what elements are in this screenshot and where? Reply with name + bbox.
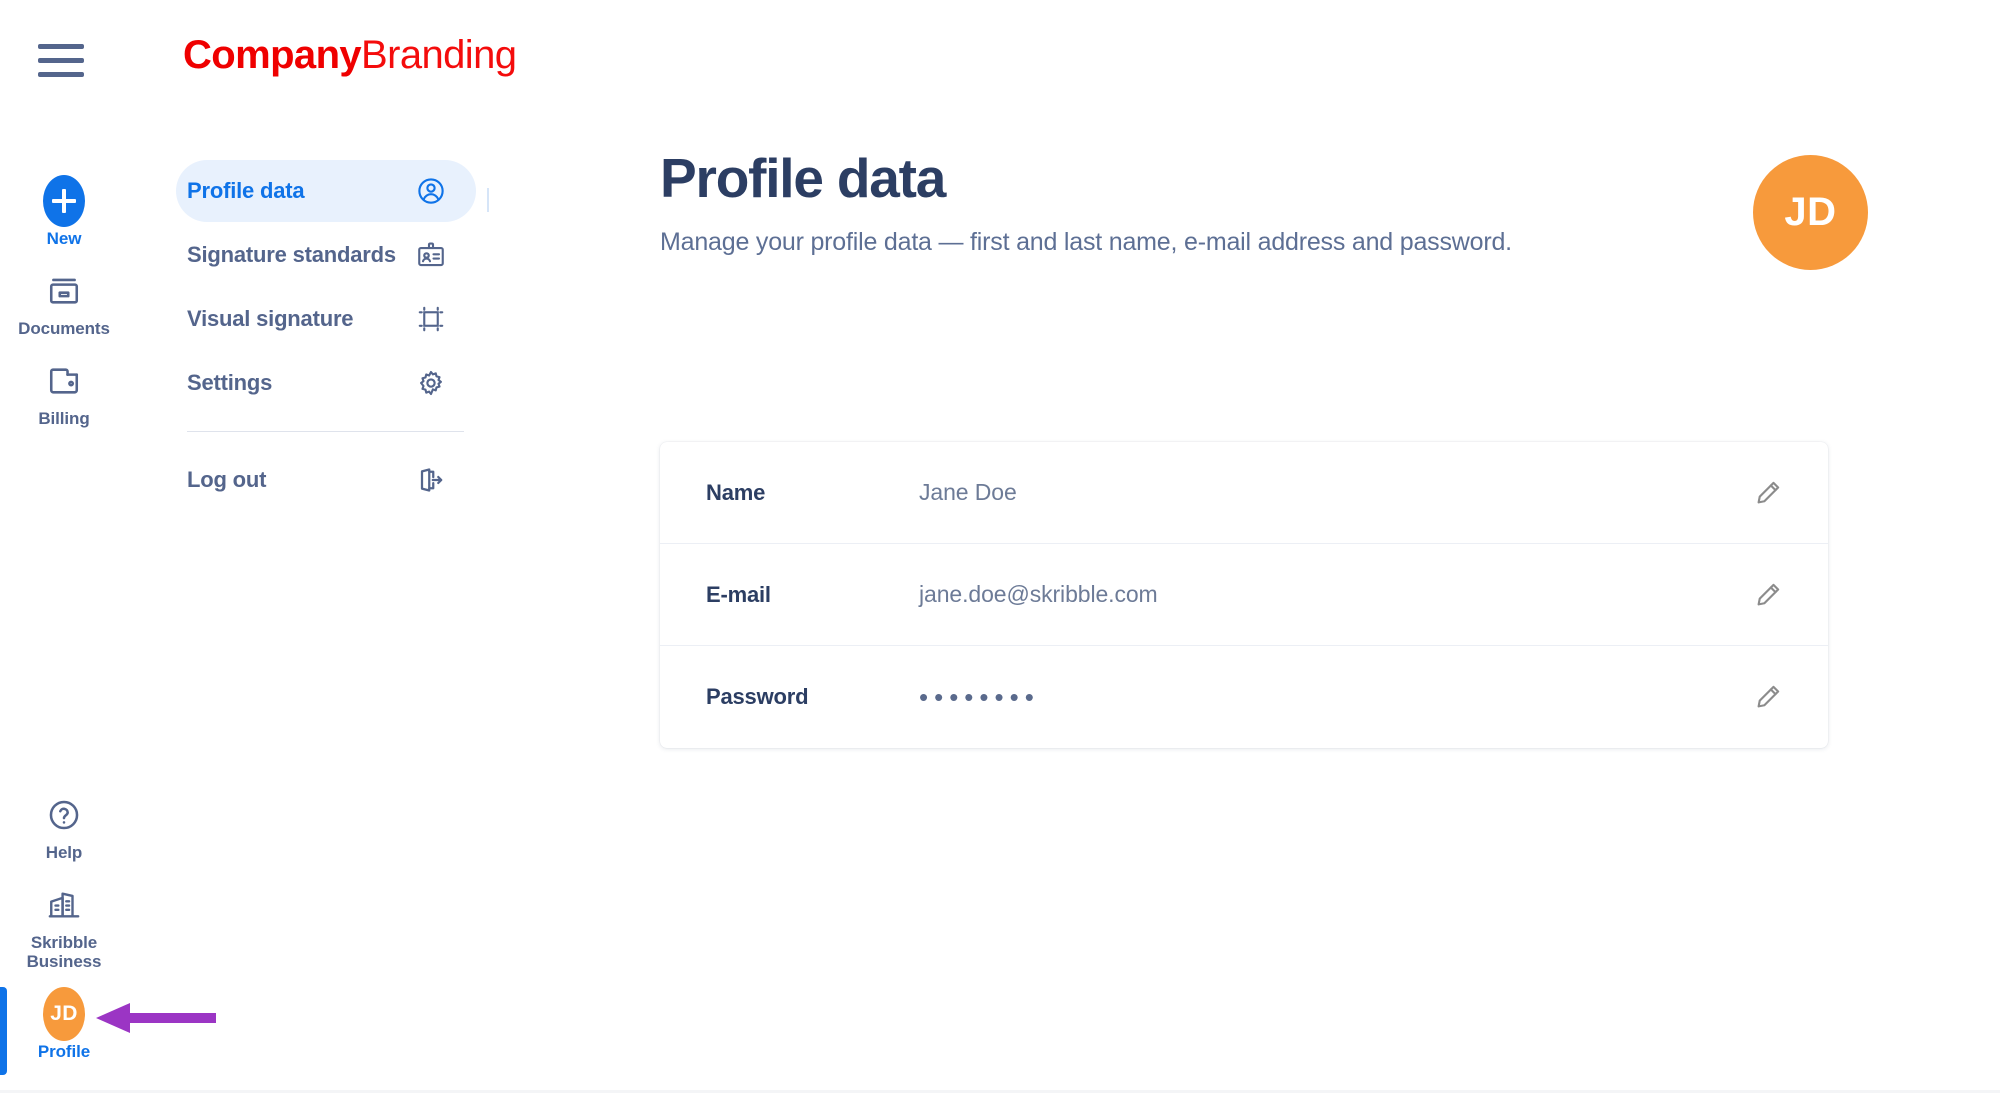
page-subtitle: Manage your profile data — first and las… [660, 227, 1512, 256]
settings-nav-panel: Profile data Signature standards Visual … [176, 160, 476, 513]
table-row: E-mail jane.doe@skribble.com [660, 544, 1828, 646]
nav-item-label: Settings [187, 370, 273, 395]
wallet-icon [43, 360, 85, 402]
crop-frame-icon [414, 302, 448, 336]
rail-item-label: New [46, 229, 82, 248]
rail-item-label: Help [45, 842, 83, 862]
left-rail: New Documents Billing Help Skribble Busi… [0, 118, 128, 1093]
hamburger-bar [38, 72, 84, 77]
hamburger-menu-icon[interactable] [38, 44, 84, 78]
rail-item-skribble-business[interactable]: Skribble Business [0, 872, 128, 981]
avatar[interactable]: JD [1753, 155, 1868, 270]
nav-divider [187, 431, 464, 432]
profile-data-card: Name Jane Doe E-mail jane.doe@skribble.c… [660, 442, 1828, 748]
pencil-icon[interactable] [1746, 675, 1790, 719]
nav-item-signature-standards[interactable]: Signature standards [176, 224, 476, 286]
rail-item-label: Profile [37, 1041, 91, 1061]
question-circle-icon [43, 794, 85, 836]
nav-item-log-out[interactable]: Log out [176, 449, 476, 511]
company-logo[interactable]: CompanyBranding [183, 33, 517, 77]
row-value-password: •••••••• [919, 681, 1040, 712]
table-row: Password •••••••• [660, 646, 1828, 748]
nav-item-settings[interactable]: Settings [176, 352, 476, 414]
logo-text-secondary: Branding [361, 33, 517, 77]
row-label-email: E-mail [706, 581, 771, 607]
nav-item-label: Profile data [187, 178, 305, 203]
row-label-password: Password [706, 684, 809, 709]
rail-item-label: Documents [18, 319, 110, 339]
nav-item-profile-data[interactable]: Profile data [176, 160, 476, 222]
pencil-icon[interactable] [1746, 471, 1790, 515]
pencil-icon[interactable] [1746, 573, 1790, 617]
top-bar: CompanyBranding [0, 0, 2000, 118]
row-value-name: Jane Doe [919, 479, 1017, 505]
nav-item-label: Log out [187, 467, 267, 492]
rail-item-profile[interactable]: JD Profile [0, 981, 128, 1076]
rail-top-group: New Documents Billing [0, 168, 128, 438]
rail-item-new[interactable]: New [0, 168, 128, 258]
nav-selection-tick [487, 188, 489, 212]
nav-item-label: Visual signature [187, 306, 354, 331]
rail-item-help[interactable]: Help [0, 782, 128, 872]
archive-box-icon [43, 270, 85, 312]
table-row: Name Jane Doe [660, 442, 1828, 544]
plus-circle-icon [43, 175, 85, 227]
rail-item-label: Billing [38, 409, 90, 429]
nav-item-label: Signature standards [187, 242, 396, 267]
avatar-initials-icon: JD [43, 986, 85, 1041]
avatar-initials-text: JD [43, 986, 85, 1041]
row-label-name: Name [706, 479, 766, 505]
app-root: CompanyBranding New Documents Billing He… [0, 0, 2000, 1093]
nav-item-visual-signature[interactable]: Visual signature [176, 288, 476, 350]
rail-item-label: Skribble Business [26, 932, 102, 971]
logo-text-primary: Company [183, 33, 362, 77]
row-value-email: jane.doe@skribble.com [919, 581, 1158, 607]
gear-icon [414, 366, 448, 400]
rail-item-billing[interactable]: Billing [0, 348, 128, 438]
logout-arrow-icon [414, 463, 448, 497]
rail-bottom-group: Help Skribble Business JD Profile [0, 782, 128, 1076]
page-title: Profile data [660, 147, 946, 209]
office-building-icon [43, 884, 85, 926]
main-content-header: Profile data Manage your profile data — … [660, 147, 1930, 270]
hamburger-bar [38, 58, 84, 63]
rail-item-documents[interactable]: Documents [0, 258, 128, 348]
user-circle-icon [414, 174, 448, 208]
id-badge-icon [414, 238, 448, 272]
hamburger-bar [38, 44, 84, 49]
